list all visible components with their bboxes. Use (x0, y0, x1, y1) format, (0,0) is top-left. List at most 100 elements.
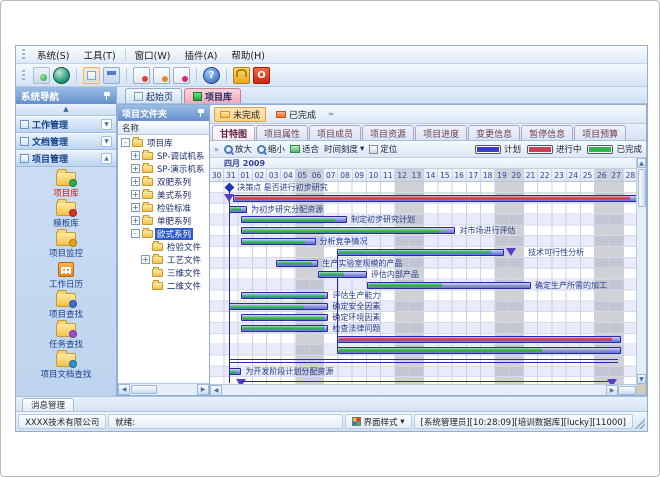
fit-button[interactable]: 适合 (290, 143, 319, 155)
scroll-left-icon[interactable]: ◀ (118, 384, 130, 395)
toolbar-grip[interactable] (22, 70, 25, 81)
filter-overflow-icon[interactable]: ≈ (328, 110, 334, 118)
gantt-bar[interactable] (229, 368, 241, 375)
gantt-vertical-scrollbar[interactable]: ▲ ▼ (636, 158, 646, 384)
sidebar-group-1[interactable]: 工作管理▼ (16, 116, 116, 133)
gantt-bar[interactable] (241, 238, 315, 245)
resize-grip[interactable] (635, 415, 645, 429)
sidebar-item-2[interactable]: 模板库 (20, 201, 112, 230)
tree-expander-icon[interactable]: + (131, 151, 140, 160)
milestone-triangle[interactable] (506, 248, 516, 256)
project-window-icon[interactable] (83, 67, 100, 84)
gantt-bar[interactable] (276, 260, 319, 267)
detail-tab-4[interactable]: 项目资源 (362, 125, 414, 140)
gantt-bar[interactable] (241, 292, 328, 299)
tree-expander-icon[interactable]: + (131, 190, 140, 199)
gantt-bar[interactable] (233, 195, 638, 202)
detail-tab-3[interactable]: 项目成员 (309, 125, 361, 140)
connect-icon[interactable] (33, 67, 50, 84)
gantt-hscroll-thumb[interactable] (618, 386, 636, 395)
scroll-right-icon[interactable]: ▶ (197, 384, 209, 395)
chevron-icon[interactable]: ▲ (101, 153, 112, 164)
tree-column-header[interactable]: 名称 (118, 121, 209, 135)
tree-expander-icon[interactable]: - (121, 138, 130, 147)
sidebar-item-6[interactable]: 任务查找 (20, 322, 112, 351)
tree-node-6[interactable]: +检验标准 (118, 201, 209, 214)
tree-expander-icon[interactable]: - (131, 229, 140, 238)
tree-pushpin-icon[interactable] (197, 109, 205, 117)
pushpin-icon[interactable] (103, 92, 111, 100)
menu-item-3[interactable]: 窗口(W) (128, 47, 178, 63)
tree-node-12[interactable]: 二维文件 (118, 279, 209, 292)
tree-expander-icon[interactable]: + (141, 255, 150, 264)
menu-item-4[interactable]: 插件(A) (177, 47, 224, 63)
sidebar-item-7[interactable]: 项目文档查找 (20, 352, 112, 381)
menu-item-1[interactable]: 系统(S) (30, 47, 76, 63)
lock-icon[interactable] (233, 67, 250, 84)
exit-icon[interactable]: O (253, 67, 270, 84)
style-dropdown[interactable]: 界面样式 ▾ (345, 414, 412, 429)
tree-expander-icon[interactable]: + (131, 216, 140, 225)
menu-item-5[interactable]: 帮助(H) (224, 47, 272, 63)
gantt-bar[interactable] (367, 282, 531, 289)
report-edit-icon[interactable] (153, 67, 170, 84)
gantt-overflow-icon[interactable]: » (214, 145, 219, 154)
sidebar-collapse-button[interactable]: ▲ (16, 104, 116, 116)
filter-button-uncompleted[interactable]: 未完成 (214, 107, 266, 122)
tree-node-2[interactable]: +SP-调试机系 (118, 149, 209, 162)
detail-tab-1[interactable]: 甘特图 (212, 125, 255, 140)
zoom-out-button[interactable]: 缩小 (257, 143, 285, 155)
tree-node-8[interactable]: -欧式系列 (118, 227, 209, 240)
tree-node-1[interactable]: -项目库 (118, 136, 209, 149)
tree-horizontal-scrollbar[interactable]: ◀ ▶ (118, 383, 209, 395)
chevron-icon[interactable]: ▼ (101, 136, 112, 147)
sidebar-item-1[interactable]: 项目库 (20, 171, 112, 200)
zoom-in-button[interactable]: 放大 (224, 143, 252, 155)
gantt-vscroll-thumb[interactable] (638, 169, 646, 207)
scroll-down-icon[interactable]: ▼ (637, 374, 646, 384)
menu-item-2[interactable]: 工具(T) (76, 47, 122, 63)
menubar-grip[interactable] (22, 49, 25, 60)
gantt-bar[interactable] (241, 325, 328, 332)
gantt-bar[interactable] (337, 347, 621, 354)
report-delete-icon[interactable] (173, 67, 190, 84)
tree-node-4[interactable]: +双肥系列 (118, 175, 209, 188)
detail-tab-2[interactable]: 项目属性 (256, 125, 308, 140)
tree-expander-icon[interactable]: + (131, 177, 140, 186)
gantt-bar[interactable] (229, 303, 328, 310)
tree-node-3[interactable]: +SP-演示机系 (118, 162, 209, 175)
help-icon[interactable]: ? (203, 67, 220, 84)
tree-node-7[interactable]: +单肥系列 (118, 214, 209, 227)
tree-expander-icon[interactable]: + (131, 164, 140, 173)
tree-node-9[interactable]: 检验文件 (118, 240, 209, 253)
gantt-bar[interactable] (241, 314, 328, 321)
gantt-bar[interactable] (241, 216, 347, 223)
detail-tab-7[interactable]: 暂停信息 (521, 125, 573, 140)
tab-message-management[interactable]: 消息管理 (22, 398, 74, 411)
tree-scroll-thumb[interactable] (131, 385, 157, 394)
sidebar-item-5[interactable]: 项目查找 (20, 292, 112, 321)
sidebar-item-3[interactable]: 项目监控 (20, 231, 112, 260)
gantt-bar[interactable] (318, 271, 367, 278)
gantt-bar[interactable] (241, 227, 455, 234)
gantt-bar[interactable] (337, 249, 504, 256)
network-globe-icon[interactable] (53, 67, 70, 84)
scroll-right-icon[interactable]: ▶ (606, 385, 618, 396)
gantt-horizontal-scrollbar[interactable]: ◀ ▶ (210, 384, 636, 395)
detail-tab-5[interactable]: 项目进度 (415, 125, 467, 140)
scroll-left-icon[interactable]: ◀ (210, 385, 222, 396)
tree-node-11[interactable]: 三维文件 (118, 266, 209, 279)
sidebar-group-3[interactable]: 项目管理▲ (16, 150, 116, 167)
tab-project-library[interactable]: 项目库 (184, 88, 241, 103)
tree-node-10[interactable]: +工艺文件 (118, 253, 209, 266)
sidebar-group-2[interactable]: 文档管理▼ (16, 133, 116, 150)
chevron-icon[interactable]: ▼ (101, 119, 112, 130)
filter-button-completed[interactable]: 已完成 (270, 107, 322, 122)
scroll-up-icon[interactable]: ▲ (637, 158, 646, 168)
detail-tab-8[interactable]: 项目预算 (574, 125, 626, 140)
report-new-icon[interactable] (133, 67, 150, 84)
tab-start-page[interactable]: 起始页 (125, 88, 182, 103)
template-window-icon[interactable] (103, 67, 120, 84)
tree-node-5[interactable]: +美式系列 (118, 188, 209, 201)
sidebar-item-4[interactable]: 工作日历 (20, 261, 112, 291)
